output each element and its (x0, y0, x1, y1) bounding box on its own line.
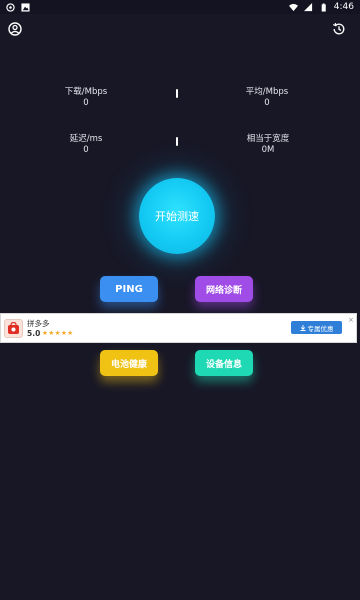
top-bar (0, 18, 360, 40)
ad-close-icon[interactable]: × (348, 316, 354, 324)
status-time: 4:46 (333, 2, 354, 12)
ad-stars: ★★★★★ (42, 329, 74, 337)
network-diagnosis-button[interactable]: 网络诊断 (195, 276, 253, 302)
average-metric: 平均/Mbps 0 (241, 85, 293, 108)
battery-health-button[interactable]: 电池健康 (100, 350, 158, 376)
bandwidth-metric: 相当于宽度 0M (240, 132, 296, 155)
battery-health-label: 电池健康 (110, 359, 147, 370)
pinduoduo-logo-icon (8, 322, 19, 334)
ad-cta-label: 专属优惠 (307, 324, 334, 333)
latency-metric: 延迟/ms 0 (60, 132, 112, 155)
start-test-label: 开始测速 (155, 210, 199, 223)
average-label: 平均/Mbps (245, 87, 289, 97)
device-info-button[interactable]: 设备信息 (195, 350, 253, 376)
download-value: 0 (83, 98, 89, 108)
bandwidth-value: 0M (261, 145, 275, 155)
ad-banner[interactable]: 拼多多 5.0 ★★★★★ 专属优惠 × (0, 313, 357, 343)
battery-icon (321, 2, 326, 12)
ping-button[interactable]: PING (100, 276, 158, 302)
divider-tick (176, 89, 178, 98)
signal-icon (303, 2, 312, 11)
ping-label: PING (115, 283, 143, 295)
ad-rating: 5.0 (27, 329, 41, 338)
status-bar: 4:46 (0, 0, 360, 14)
download-icon (300, 324, 305, 331)
latency-label: 延迟/ms (69, 134, 103, 144)
wifi-icon (288, 3, 298, 11)
ad-app-name: 拼多多 (27, 319, 50, 328)
download-metric: 下载/Mbps 0 (60, 85, 112, 108)
image-icon (21, 2, 30, 12)
network-diagnosis-label: 网络诊断 (205, 285, 242, 296)
history-button[interactable] (330, 20, 348, 38)
notification-icon (6, 2, 15, 12)
profile-icon (8, 22, 22, 36)
ad-cta-button[interactable]: 专属优惠 (291, 321, 342, 334)
download-label: 下载/Mbps (64, 87, 108, 97)
device-info-label: 设备信息 (205, 359, 242, 370)
bandwidth-label: 相当于宽度 (246, 134, 290, 144)
history-icon (332, 23, 345, 35)
ad-app-logo (4, 319, 23, 338)
start-test-button[interactable]: 开始测速 (139, 178, 215, 254)
divider-tick (176, 137, 178, 146)
latency-value: 0 (83, 145, 89, 155)
average-value: 0 (264, 98, 270, 108)
profile-button[interactable] (6, 20, 24, 38)
